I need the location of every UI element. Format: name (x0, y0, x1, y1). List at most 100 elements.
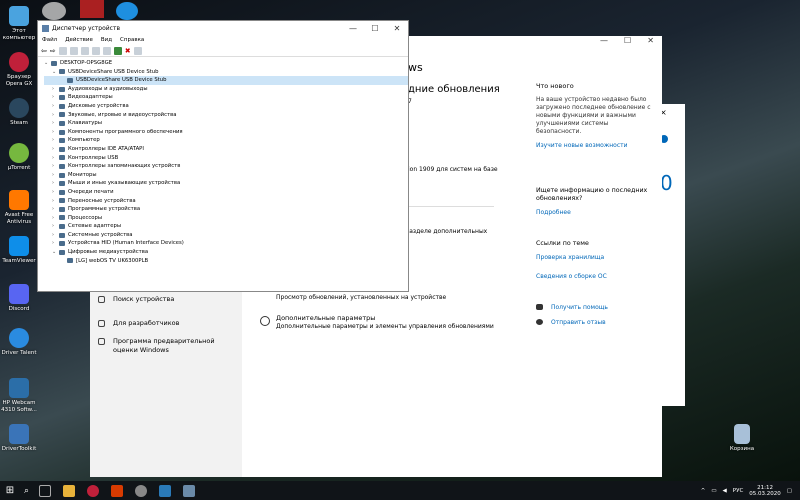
download-icon[interactable] (133, 46, 142, 55)
clock-app-icon[interactable] (42, 2, 66, 20)
menu-view[interactable]: Вид (101, 37, 112, 43)
tree-node[interactable]: › Аудиовходы и аудиовыходы (44, 85, 408, 94)
expand-chevron-icon[interactable]: › (52, 214, 59, 223)
tree-node[interactable]: › Процессоры (44, 214, 408, 223)
update-driver-icon[interactable] (113, 46, 122, 55)
tree-node[interactable]: › Программные устройства (44, 205, 408, 214)
details-icon[interactable] (91, 46, 100, 55)
notifications-icon[interactable]: ▢ (787, 488, 792, 494)
uninstall-icon[interactable]: ✖ (125, 47, 131, 55)
desktop-icon-opera[interactable]: Браузер Opera GX (0, 52, 38, 87)
expand-chevron-icon[interactable]: › (52, 188, 59, 197)
tree-node[interactable]: ⌄ USBDeviceShare USB Device Stub (44, 68, 408, 77)
explorer-icon[interactable] (63, 484, 76, 497)
menu-action[interactable]: Действие (65, 37, 93, 43)
help-icon[interactable] (80, 46, 89, 55)
minimize-button[interactable]: — (600, 36, 608, 50)
tree-node[interactable]: › Видеоадаптеры (44, 93, 408, 102)
tree-node[interactable]: › Переносные устройства (44, 197, 408, 206)
expand-chevron-icon[interactable]: › (52, 179, 59, 188)
network-icon[interactable]: ▭ (711, 488, 716, 494)
tree-node[interactable]: › Компьютер (44, 136, 408, 145)
language-indicator[interactable]: РУС (733, 488, 744, 494)
show-hide-icon[interactable] (69, 46, 78, 55)
tree-node[interactable]: › Компоненты программного обеспечения (44, 128, 408, 137)
expand-chevron-icon[interactable]: › (52, 128, 59, 137)
tree-node[interactable]: › Контроллеры запоминающих устройств (44, 162, 408, 171)
web-app-icon[interactable] (116, 2, 138, 20)
expand-chevron-icon[interactable]: › (52, 154, 59, 163)
tree-node[interactable]: › Сетевые адаптеры (44, 222, 408, 231)
close-button[interactable]: ✕ (647, 36, 654, 50)
minimize-button[interactable]: — (342, 24, 364, 33)
expand-chevron-icon[interactable]: › (52, 162, 59, 171)
back-icon[interactable]: ⇦ (41, 47, 47, 55)
expand-chevron-icon[interactable]: › (52, 93, 59, 102)
tree-node[interactable]: › Мыши и иные указывающие устройства (44, 179, 408, 188)
maximize-button[interactable]: ☐ (624, 36, 631, 50)
tray-chevron-icon[interactable]: ^ (701, 488, 706, 494)
desktop-icon-discord[interactable]: Discord (0, 284, 38, 313)
tree-node[interactable]: › Мониторы (44, 171, 408, 180)
expand-chevron-icon[interactable]: ⌄ (44, 59, 51, 68)
whats-new-link[interactable]: Изучите новые возможности (536, 142, 628, 150)
sidebar-item-find-device[interactable]: Поиск устройства (98, 295, 174, 304)
learn-more-link[interactable]: Подробнее (536, 209, 571, 217)
expand-chevron-icon[interactable]: › (52, 239, 59, 248)
close-button[interactable]: ✕ (386, 24, 408, 33)
properties-icon[interactable] (58, 46, 67, 55)
expand-chevron-icon[interactable]: › (52, 145, 59, 154)
task-view-icon[interactable] (39, 484, 52, 497)
dota-app-icon[interactable] (80, 0, 104, 18)
desktop-icon-recycle-bin[interactable]: Корзина (723, 424, 761, 453)
advanced-options-link[interactable]: Дополнительные параметры (276, 314, 375, 322)
tree-node[interactable]: ⌄ DESKTOP-OPSG8GE (44, 59, 408, 68)
desktop-icon-teamviewer[interactable]: TeamViewer (0, 236, 38, 265)
pdf-icon[interactable] (111, 484, 124, 497)
device-manager-taskbar-icon[interactable] (183, 484, 196, 497)
desktop-icon-drivertalent[interactable]: Driver Talent (0, 328, 38, 357)
tree-node[interactable]: ⌄ Цифровые медиаустройства (44, 248, 408, 257)
get-help-link[interactable]: Получить помощь (551, 304, 608, 312)
settings-gear-icon[interactable] (135, 484, 148, 497)
tree-node[interactable]: › Звуковые, игровые и видеоустройства (44, 111, 408, 120)
desktop-icon-steam[interactable]: Steam (0, 98, 38, 127)
menu-help[interactable]: Справка (120, 37, 144, 43)
expand-chevron-icon[interactable]: › (52, 197, 59, 206)
desktop-icon-utorrent[interactable]: µTorrent (0, 143, 38, 172)
tree-node[interactable]: USBDeviceShare USB Device Stub (44, 76, 408, 85)
sidebar-item-insider[interactable]: Программа предварительной оценки Windows (98, 337, 238, 355)
tree-node[interactable]: › Клавиатуры (44, 119, 408, 128)
tree-node[interactable]: › Очереди печати (44, 188, 408, 197)
tree-node[interactable]: › Устройства HID (Human Interface Devices… (44, 239, 408, 248)
mail-icon[interactable] (159, 484, 172, 497)
opera-taskbar-icon[interactable] (87, 484, 100, 497)
send-feedback-link[interactable]: Отправить отзыв (551, 319, 606, 327)
volume-icon[interactable]: ◀ (723, 488, 727, 494)
maximize-button[interactable]: ☐ (364, 24, 386, 33)
expand-chevron-icon[interactable]: › (52, 231, 59, 240)
start-button[interactable]: ⊞ (0, 485, 20, 496)
expand-chevron-icon[interactable]: › (52, 85, 59, 94)
scan-icon[interactable] (102, 46, 111, 55)
desktop-icon-drivertoolkit[interactable]: DriverToolkit (0, 424, 38, 453)
desktop-icon-avast[interactable]: Avast Free Antivirus (0, 190, 38, 225)
os-build-info-link[interactable]: Сведения о сборке ОС (536, 273, 607, 281)
forward-icon[interactable]: ⇨ (50, 47, 56, 55)
expand-chevron-icon[interactable]: › (52, 102, 59, 111)
tree-node[interactable]: › Контроллеры IDE ATA/ATAPI (44, 145, 408, 154)
expand-chevron-icon[interactable]: ⌄ (52, 248, 59, 257)
expand-chevron-icon[interactable]: › (52, 205, 59, 214)
tree-node[interactable]: › Контроллеры USB (44, 154, 408, 163)
expand-chevron-icon[interactable]: ⌄ (52, 68, 59, 77)
tree-node[interactable]: [LG] webOS TV UK6300PLB (44, 257, 408, 266)
expand-chevron-icon[interactable]: › (52, 111, 59, 120)
expand-chevron-icon[interactable]: › (52, 171, 59, 180)
expand-chevron-icon[interactable]: › (52, 119, 59, 128)
tree-node[interactable]: › Системные устройства (44, 231, 408, 240)
clock[interactable]: 21:12 05.03.2020 (749, 485, 781, 497)
search-icon[interactable]: ⌕ (24, 486, 29, 496)
check-storage-link[interactable]: Проверка хранилища (536, 254, 604, 262)
menu-file[interactable]: Файл (42, 37, 57, 43)
expand-chevron-icon[interactable]: › (52, 222, 59, 231)
